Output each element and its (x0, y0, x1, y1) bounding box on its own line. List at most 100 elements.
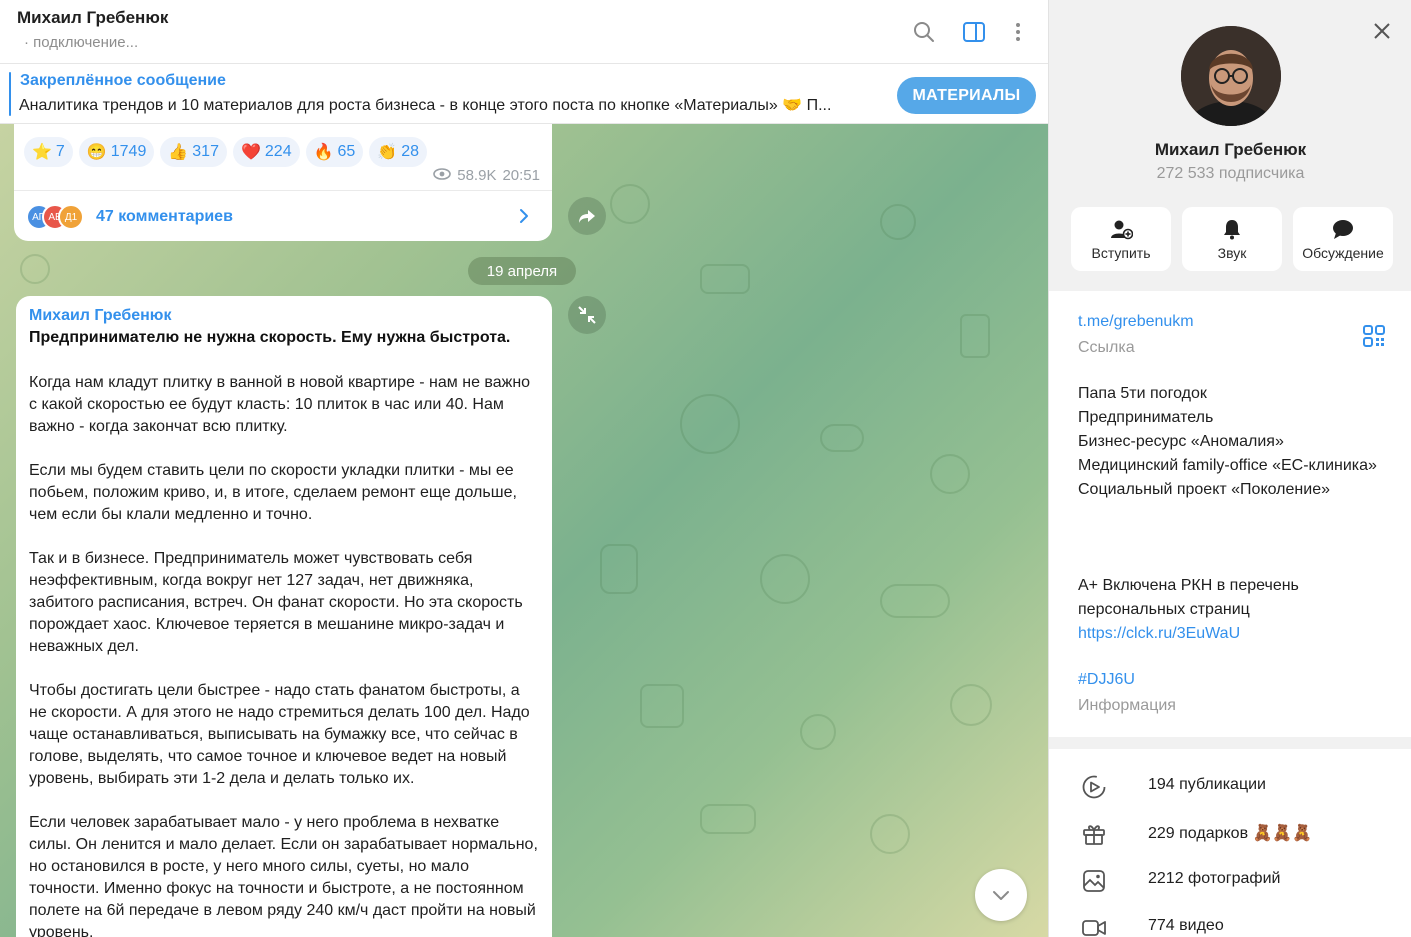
chat-bubble-icon (1333, 220, 1353, 239)
fire-icon: 🔥 (313, 144, 334, 161)
forward-button[interactable] (568, 197, 606, 235)
stat-videos[interactable]: 774 видео (1049, 903, 1411, 937)
close-button[interactable] (1367, 16, 1397, 46)
gift-icon (1081, 821, 1107, 847)
stat-publications[interactable]: 194 публикации (1049, 762, 1411, 809)
message-paragraph: Если мы будем ставить цели по скорости у… (29, 462, 517, 523)
join-icon (1111, 220, 1133, 240)
pinned-text: Аналитика трендов и 10 материалов для ро… (19, 97, 832, 114)
profile-panel: Михаил Гребенюк 272 533 подписчика Вступ… (1048, 0, 1411, 937)
chat-title[interactable]: Михаил Гребенюк (17, 8, 168, 28)
channel-description: Папа 5ти погодок Предприниматель Бизнес-… (1078, 382, 1378, 502)
search-icon[interactable] (908, 16, 940, 48)
message-time: 20:51 (502, 167, 540, 184)
sound-label: Звук (1217, 245, 1247, 261)
divider (14, 190, 552, 191)
publications-icon (1081, 774, 1107, 800)
channel-link[interactable]: t.me/grebenukm (1078, 313, 1194, 331)
rkn-text: А+ Включена РКН в перечень персональных … (1078, 577, 1299, 618)
comments-count: 47 комментариев (96, 208, 233, 225)
qr-code-icon[interactable] (1363, 325, 1385, 352)
avatar[interactable] (1181, 26, 1281, 126)
reaction-clap[interactable]: 👏 28 (369, 137, 428, 167)
pinned-message[interactable]: Закреплённое сообщение Аналитика трендов… (0, 64, 1048, 124)
grin-icon: 😁 (86, 144, 107, 161)
heart-icon: ❤️ (240, 144, 261, 161)
reaction-count: 65 (337, 143, 356, 160)
message-body: Когда нам кладут плитку в ванной в новой… (29, 372, 541, 937)
chat-header: Михаил Гребенюк · подключение... (0, 0, 1048, 64)
views-count: 58.9K (457, 167, 497, 184)
message-author[interactable]: Михаил Гребенюк (29, 307, 171, 325)
commenter-avatar: Д1 (58, 204, 84, 230)
pinned-indicator (9, 72, 11, 116)
message-headline: Предпринимателю не нужна скорость. Ему н… (29, 329, 511, 346)
star-icon: ⭐ (32, 144, 52, 161)
bio-line: Бизнес-ресурс «Аномалия» (1078, 433, 1284, 450)
forward-icon (579, 210, 595, 223)
materials-button[interactable]: МАТЕРИАЛЫ (897, 77, 1036, 114)
message-meta: 58.9K 20:51 (433, 167, 540, 184)
info-card: t.me/grebenukm Ссылка Папа 5ти погодок П… (1049, 291, 1411, 737)
reaction-heart[interactable]: ❤️ 224 (232, 137, 300, 167)
chat-panel: Михаил Гребенюк · подключение... Закрепл… (0, 0, 1048, 937)
stat-label: 2212 фотографий (1148, 870, 1281, 887)
more-menu-icon[interactable] (1002, 16, 1034, 48)
reaction-star[interactable]: ⭐ 7 (24, 137, 73, 167)
channel-tag-label: Информация (1078, 697, 1176, 714)
message-bubble: Михаил Гребенюк Предпринимателю не нужна… (16, 296, 552, 937)
join-label: Вступить (1091, 245, 1151, 261)
message-paragraph: Так и в бизнесе. Предприниматель может ч… (29, 550, 523, 655)
discussion-button[interactable]: Обсуждение (1293, 207, 1393, 271)
message-paragraph: Когда нам кладут плитку в ванной в новой… (29, 374, 531, 435)
views-icon (433, 167, 452, 184)
stat-photos[interactable]: 2212 фотографий (1049, 856, 1411, 903)
reaction-fire[interactable]: 🔥 65 (305, 137, 364, 167)
reactions-row: ⭐ 7 😁 1749 👍 317 ❤️ 224 🔥 65 👏 28 (24, 137, 428, 167)
subscriber-count: 272 533 подписчика (1156, 165, 1305, 182)
photo-icon (1081, 868, 1107, 894)
close-icon (1374, 23, 1390, 39)
join-button[interactable]: Вступить (1071, 207, 1171, 271)
bell-icon (1224, 220, 1240, 240)
bio-line: Социальный проект «Поколение» (1078, 481, 1330, 498)
rkn-notice: А+ Включена РКН в перечень персональных … (1078, 574, 1378, 646)
reaction-count: 317 (192, 143, 219, 160)
message-bubble: ⭐ 7 😁 1749 👍 317 ❤️ 224 🔥 65 👏 28 58.9K 20:51 … (14, 124, 552, 241)
chat-status-text: подключение... (33, 34, 139, 51)
bio-line: Медицинский family-office «ЕС-клиника» (1078, 457, 1377, 474)
video-icon (1081, 915, 1107, 937)
comments-link[interactable]: АП АБ Д1 47 комментариев (26, 202, 542, 232)
channel-link-label: Ссылка (1078, 339, 1135, 356)
discussion-label: Обсуждение (1302, 245, 1384, 261)
collapse-button[interactable] (568, 296, 606, 334)
profile-name: Михаил Гребенюк (1154, 140, 1307, 159)
reaction-grin[interactable]: 😁 1749 (78, 137, 155, 167)
channel-tag[interactable]: #DJJ6U (1078, 671, 1135, 689)
stat-label: 229 подарков 🧸🧸🧸 (1148, 825, 1313, 842)
message-paragraph: Чтобы достигать цели быстрее - надо стат… (29, 682, 530, 787)
chevron-down-icon (993, 891, 1009, 900)
pinned-title: Закреплённое сообщение (20, 72, 226, 89)
sound-button[interactable]: Звук (1182, 207, 1282, 271)
profile-header: Михаил Гребенюк 272 533 подписчика Вступ… (1049, 0, 1411, 290)
sidebar-toggle-icon[interactable] (958, 16, 990, 48)
date-separator: 19 апреля (468, 257, 576, 285)
scroll-down-button[interactable] (975, 869, 1027, 921)
reaction-count: 1749 (110, 143, 147, 160)
media-stats: 194 публикации 229 подарков 🧸🧸🧸 2212 фот… (1049, 749, 1411, 937)
stat-label: 774 видео (1148, 917, 1224, 934)
clap-icon: 👏 (377, 144, 398, 161)
bio-line: Предприниматель (1078, 409, 1214, 426)
reaction-thumbs-up[interactable]: 👍 317 (160, 137, 227, 167)
bio-line: Папа 5ти погодок (1078, 385, 1207, 402)
rkn-link[interactable]: https://clck.ru/3EuWaU (1078, 622, 1378, 646)
chevron-right-icon (514, 206, 534, 231)
collapse-icon (578, 306, 596, 324)
thumbs-up-icon: 👍 (168, 144, 189, 161)
reaction-count: 224 (264, 143, 292, 160)
reaction-count: 7 (55, 143, 65, 160)
chat-status: · подключение... (24, 34, 139, 51)
stat-gifts[interactable]: 229 подарков 🧸🧸🧸 (1049, 809, 1411, 856)
stat-label: 194 публикации (1148, 776, 1266, 793)
